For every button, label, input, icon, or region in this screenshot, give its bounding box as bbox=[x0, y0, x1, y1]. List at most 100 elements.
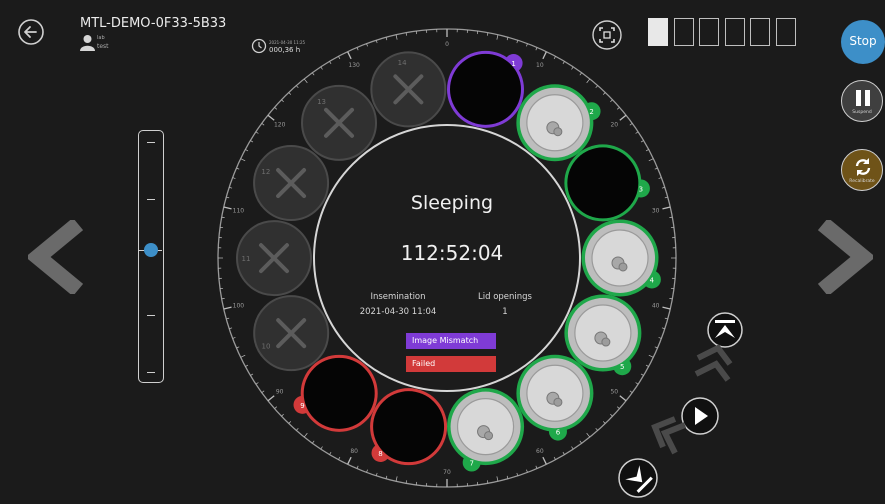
dial-tick bbox=[223, 306, 232, 310]
dial-tick bbox=[240, 354, 246, 358]
dial-scale-label: 30 bbox=[652, 207, 660, 214]
dial-tick bbox=[526, 469, 528, 473]
embryo-image bbox=[601, 337, 611, 347]
well-10[interactable]: 10 bbox=[253, 295, 330, 372]
dial-tick bbox=[640, 373, 644, 376]
well-number: 9 bbox=[300, 402, 304, 410]
well-number: 10 bbox=[261, 342, 270, 350]
dial-tick bbox=[312, 72, 315, 76]
incubation-state: Sleeping bbox=[410, 192, 494, 214]
dial-tick bbox=[232, 337, 236, 339]
dial-scale-label: 20 bbox=[610, 122, 618, 129]
dial-tick bbox=[240, 158, 246, 162]
dial-tick bbox=[274, 107, 278, 110]
well-number: 13 bbox=[317, 98, 326, 106]
well-number: 6 bbox=[556, 429, 561, 437]
well-number: 14 bbox=[398, 59, 407, 67]
dial-tick bbox=[610, 413, 613, 417]
dial-tick bbox=[645, 364, 649, 367]
dial-tick bbox=[662, 306, 671, 310]
dial-tick bbox=[395, 34, 398, 40]
dial-scale-label: 60 bbox=[536, 448, 544, 455]
dial-tick bbox=[250, 373, 254, 376]
dial-tick bbox=[610, 99, 613, 103]
dial-tick bbox=[296, 427, 299, 431]
dial-tick bbox=[648, 354, 654, 358]
well-1[interactable]: 1 bbox=[447, 50, 525, 128]
dial-tick bbox=[526, 43, 528, 47]
dial-tick bbox=[496, 476, 499, 482]
well-number: 11 bbox=[242, 255, 251, 263]
well-number: 7 bbox=[469, 460, 473, 468]
well-11[interactable]: 11 bbox=[236, 220, 313, 297]
dial-tick bbox=[616, 107, 620, 110]
dial-tick bbox=[338, 56, 341, 60]
well-number: 2 bbox=[589, 108, 593, 116]
well-number: 8 bbox=[378, 450, 382, 458]
dial-tick bbox=[255, 131, 259, 134]
well-3[interactable]: 3 bbox=[564, 144, 650, 222]
dial-tick bbox=[274, 406, 278, 409]
dial-tick bbox=[288, 421, 292, 424]
dial-tick bbox=[347, 456, 352, 465]
well-number: 5 bbox=[620, 363, 624, 371]
well-number: 1 bbox=[511, 60, 515, 68]
dial-tick bbox=[261, 123, 265, 126]
dial-tick bbox=[250, 140, 254, 143]
legend-failed: Failed bbox=[406, 356, 496, 372]
well-6[interactable]: 6 bbox=[516, 354, 594, 441]
dial-tick bbox=[329, 451, 332, 455]
well-number: 3 bbox=[639, 185, 643, 193]
embryo-image bbox=[553, 397, 563, 407]
dial-tick bbox=[553, 456, 556, 460]
embryo-incubator-screen: MTL-DEMO-0F33-5B33 lab test 2021-04-30 1… bbox=[0, 0, 885, 504]
dial-tick bbox=[562, 61, 565, 65]
dial-scale-label: 130 bbox=[348, 62, 360, 69]
legend-image-mismatch: Image Mismatch bbox=[406, 333, 496, 349]
dial-tick bbox=[586, 78, 591, 84]
lid-openings-label: Lid openings bbox=[478, 292, 532, 302]
embryo-image bbox=[618, 262, 628, 272]
well-image-dark bbox=[450, 53, 522, 125]
dial-scale-label: 110 bbox=[233, 207, 245, 214]
dial-tick bbox=[571, 66, 574, 70]
dial-tick bbox=[586, 432, 591, 438]
fast-forward-chevrons-icon bbox=[694, 344, 733, 382]
dial-tick bbox=[232, 177, 236, 179]
dial-tick bbox=[579, 440, 582, 444]
dial-tick bbox=[571, 446, 574, 450]
dial-tick bbox=[542, 51, 547, 60]
dial-scale-label: 100 bbox=[233, 303, 245, 310]
dial-tick bbox=[635, 382, 639, 385]
dial-tick bbox=[288, 92, 292, 95]
skip-to-end-icon[interactable] bbox=[615, 455, 661, 501]
well-7[interactable]: 7 bbox=[447, 388, 525, 472]
dial-tick bbox=[619, 114, 627, 121]
embryo-image bbox=[553, 127, 563, 137]
dial-tick bbox=[645, 149, 649, 152]
dial-tick bbox=[658, 177, 662, 179]
well-4[interactable]: 4 bbox=[581, 219, 661, 297]
dial-scale-label: 120 bbox=[274, 122, 286, 129]
dial-tick bbox=[267, 114, 275, 121]
well-14[interactable]: 14 bbox=[370, 51, 447, 128]
embryo-image bbox=[484, 431, 494, 441]
insemination-label: Insemination bbox=[370, 292, 426, 302]
dial-tick bbox=[281, 99, 284, 103]
well-image-dark bbox=[567, 147, 639, 219]
dial-tick bbox=[629, 123, 633, 126]
well-image-dark bbox=[373, 391, 445, 463]
dial-scale-label: 10 bbox=[536, 62, 544, 69]
well-12[interactable]: 12 bbox=[253, 145, 330, 222]
dial-scale-label: 90 bbox=[276, 388, 284, 395]
dial-tick bbox=[616, 406, 620, 409]
dial-tick bbox=[245, 364, 249, 367]
dial-tick bbox=[261, 390, 265, 393]
dial-tick bbox=[648, 158, 654, 162]
well-8[interactable]: 8 bbox=[370, 388, 448, 466]
dial-tick bbox=[658, 337, 662, 339]
dial-scale-label: 50 bbox=[610, 388, 618, 395]
well-13[interactable]: 13 bbox=[301, 84, 378, 161]
well-number: 4 bbox=[650, 276, 655, 284]
dial-tick bbox=[602, 92, 606, 95]
